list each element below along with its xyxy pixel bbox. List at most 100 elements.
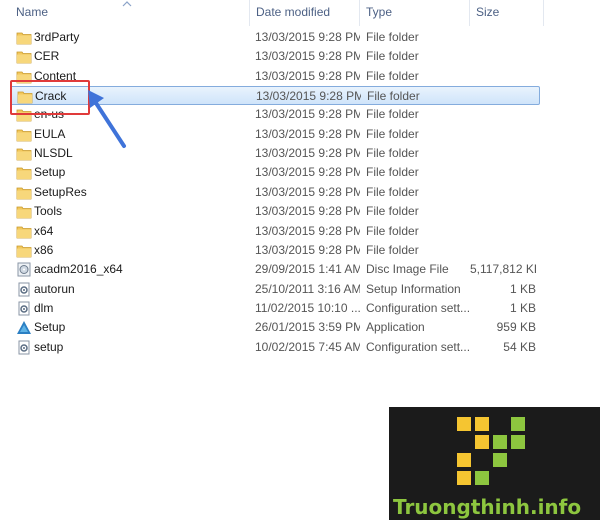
column-header-bar: Name Date modified Type Size (0, 0, 600, 26)
file-date-modified: 13/03/2015 9:28 PM (255, 184, 360, 199)
highlight-annotation-box (10, 80, 90, 115)
file-type: File folder (366, 68, 419, 83)
file-date-modified: 13/03/2015 9:28 PM (256, 89, 361, 104)
file-date-modified: 13/03/2015 9:28 PM (255, 49, 360, 64)
watermark-text: Truongthinh.info (393, 495, 582, 519)
file-size (470, 47, 536, 66)
folder-icon (16, 144, 32, 163)
file-row[interactable]: setup 10/02/2015 7:45 AM Configuration set… (10, 338, 540, 357)
file-row[interactable]: CER 13/03/2015 9:28 PM File folder (10, 47, 540, 66)
file-size (470, 202, 536, 221)
file-type: File folder (366, 146, 419, 161)
settings-file-icon (16, 299, 32, 318)
file-date-modified: 13/03/2015 9:28 PM (255, 107, 360, 122)
file-size (470, 28, 536, 47)
file-date-modified: 26/01/2015 3:59 PM (255, 320, 360, 335)
folder-icon (16, 183, 32, 202)
file-type: Configuration sett... (366, 300, 471, 315)
file-row[interactable]: SetupRes 13/03/2015 9:28 PM File folder (10, 183, 540, 202)
file-row[interactable]: Tools 13/03/2015 9:28 PM File folder (10, 202, 540, 221)
file-date-modified: 13/03/2015 9:28 PM (255, 30, 360, 44)
file-type: File folder (366, 49, 419, 64)
file-type: Configuration sett... (366, 339, 471, 354)
file-date-modified: 13/03/2015 9:28 PM (255, 126, 360, 141)
file-type: File folder (367, 89, 420, 104)
file-size (470, 241, 536, 260)
settings-file-icon (16, 338, 32, 357)
file-date-modified: 13/03/2015 9:28 PM (255, 242, 360, 257)
sort-ascending-icon (122, 1, 132, 7)
file-size (470, 125, 536, 144)
file-size: 5,117,812 KB (470, 262, 536, 277)
file-name: x86 (34, 242, 54, 257)
file-name: CER (34, 49, 60, 64)
file-name: Setup (34, 320, 66, 335)
file-name: setup (34, 339, 64, 354)
file-row[interactable]: x86 13/03/2015 9:28 PM File folder (10, 241, 540, 260)
file-type: File folder (366, 107, 419, 122)
file-size: 54 KB (503, 339, 536, 354)
file-size: 1 KB (509, 300, 536, 315)
folder-icon (16, 222, 32, 241)
file-type: File folder (366, 126, 419, 141)
file-date-modified: 13/03/2015 9:28 PM (255, 146, 360, 161)
file-type: File folder (366, 184, 419, 199)
file-name: dlm (34, 300, 54, 315)
file-name: x64 (34, 223, 54, 238)
file-size: 1 KB (509, 281, 536, 296)
file-name: acadm2016_x64 (34, 262, 123, 277)
file-size (470, 222, 536, 241)
folder-icon (16, 28, 32, 47)
file-size (471, 87, 537, 106)
file-name: EULA (34, 126, 66, 141)
folder-icon (16, 47, 32, 66)
file-name: autorun (34, 281, 75, 296)
file-size (470, 105, 536, 124)
file-date-modified: 13/03/2015 9:28 PM (255, 68, 360, 83)
file-type: File folder (366, 204, 419, 219)
file-row[interactable]: 3rdParty 13/03/2015 9:28 PM File folder (10, 28, 540, 47)
file-date-modified: 29/09/2015 1:41 AM (255, 262, 360, 277)
column-header-date-modified[interactable]: Date modified (250, 0, 360, 26)
file-date-modified: 13/03/2015 9:28 PM (255, 223, 360, 238)
file-row[interactable]: Setup 26/01/2015 3:59 PM Application 959 KB (10, 318, 540, 337)
folder-icon (16, 202, 32, 221)
file-type: File folder (366, 223, 419, 238)
file-size (470, 144, 536, 163)
folder-icon (16, 125, 32, 144)
file-row[interactable]: x64 13/03/2015 9:28 PM File folder (10, 222, 540, 241)
file-size (470, 67, 536, 86)
file-date-modified: 13/03/2015 9:28 PM (255, 204, 360, 219)
file-size (470, 183, 536, 202)
disc-image-icon (16, 260, 32, 279)
file-row[interactable]: autorun 25/10/2011 3:16 AM Setup Informati… (10, 280, 540, 299)
watermark-logo-icon (457, 417, 525, 485)
file-size: 959 KB (496, 320, 536, 335)
pointer-arrow-icon (88, 90, 126, 148)
folder-icon (16, 241, 32, 260)
file-type: File folder (366, 242, 419, 257)
watermark: Truongthinh.info (389, 407, 600, 520)
file-type: File folder (366, 165, 419, 180)
file-date-modified: 25/10/2011 3:16 AM (255, 281, 360, 296)
file-size (470, 163, 536, 182)
column-header-type[interactable]: Type (360, 0, 470, 26)
column-header-size[interactable]: Size (470, 0, 544, 26)
file-date-modified: 13/03/2015 9:28 PM (255, 165, 360, 180)
file-name: 3rdParty (34, 30, 80, 44)
file-name: SetupRes (34, 184, 87, 199)
file-row[interactable]: dlm 11/02/2015 10:10 ... Configuration set… (10, 299, 540, 318)
file-name: Setup (34, 165, 66, 180)
file-name: Tools (34, 204, 63, 219)
file-type: Application (366, 320, 425, 335)
file-type: File folder (366, 30, 419, 44)
autodesk-app-icon (16, 318, 32, 337)
file-type: Setup Information (366, 281, 461, 296)
file-type: Disc Image File (366, 262, 449, 277)
file-date-modified: 11/02/2015 10:10 ... (255, 300, 360, 315)
folder-icon (16, 163, 32, 182)
file-name: NLSDL (34, 146, 73, 161)
settings-file-icon (16, 280, 32, 299)
file-row[interactable]: acadm2016_x64 29/09/2015 1:41 AM Disc Imag… (10, 260, 540, 279)
file-row[interactable]: Setup 13/03/2015 9:28 PM File folder (10, 163, 540, 182)
